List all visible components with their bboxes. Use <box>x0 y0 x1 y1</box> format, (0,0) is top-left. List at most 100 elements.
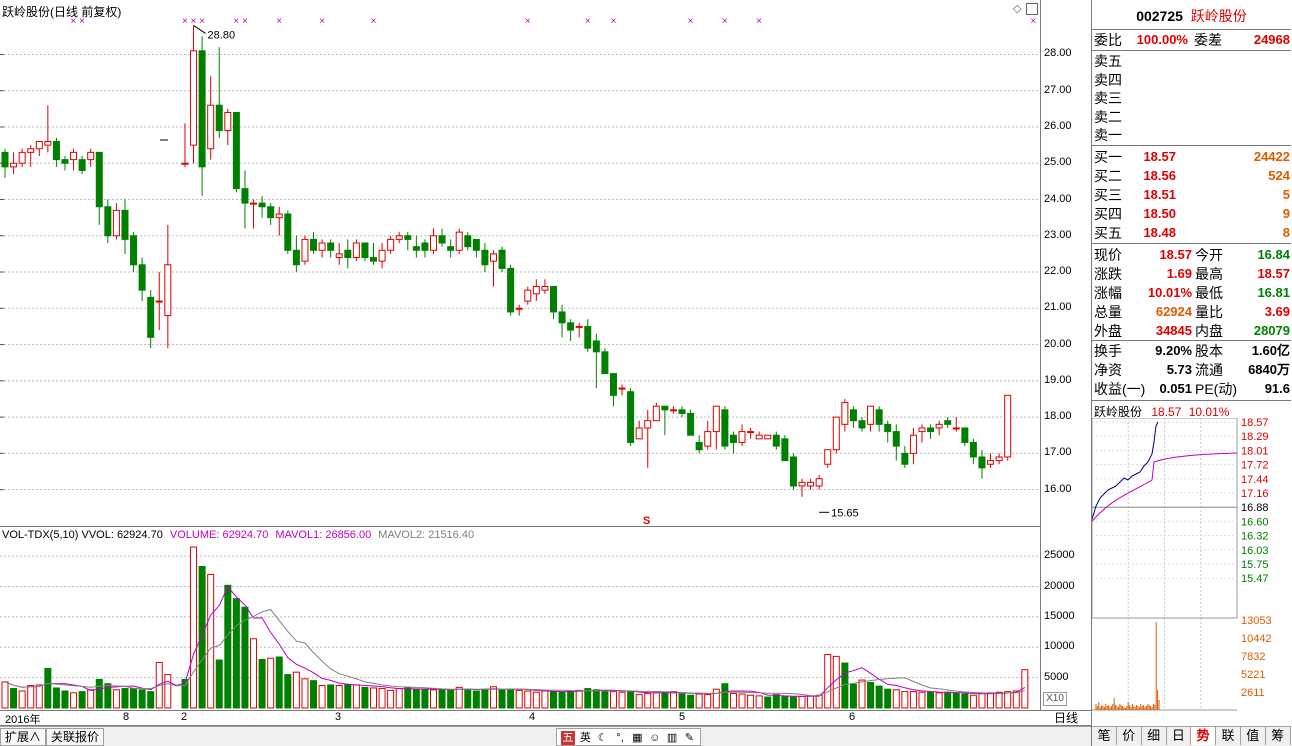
maximize-icon[interactable] <box>1026 3 1038 15</box>
candle-body <box>275 213 283 219</box>
candle-body <box>832 416 840 451</box>
candle-body <box>987 460 995 465</box>
intraday-chart[interactable]: 18.57 18.29 18.01 17.72 17.44 17.16 16.88 16.60… <box>1092 418 1291 720</box>
punctuation-icon[interactable]: °, <box>613 731 627 745</box>
candle-body <box>601 351 609 375</box>
info-label: 净资 <box>1094 362 1122 378</box>
volume-bar <box>592 689 600 709</box>
volume-bar <box>712 688 720 709</box>
ime-logo-icon[interactable]: 五 <box>561 731 575 745</box>
date-label: 2 <box>181 711 188 723</box>
tab-expand[interactable]: 扩展∧ <box>0 728 47 746</box>
candle-body <box>927 427 935 433</box>
info-label: 换手 <box>1094 343 1122 359</box>
candle-body <box>738 431 746 443</box>
candle-body <box>52 140 60 161</box>
volume-bar <box>44 668 52 709</box>
candle-body <box>344 249 352 259</box>
volume-svg[interactable] <box>0 527 1041 710</box>
ime-toolbar[interactable]: 五 英 ☾ °, ▦ ☺ ▥ ✎ <box>556 728 702 746</box>
volume-bar <box>515 689 523 709</box>
stat-label: 今开 <box>1195 247 1223 263</box>
moon-icon[interactable]: ☾ <box>596 731 610 745</box>
volume-chart-panel[interactable]: VOL-TDX(5,10) VVOL: 62924.70 VOLUME: 629… <box>0 527 1041 710</box>
price-tick-label: 17.00 <box>1044 446 1072 459</box>
volume-bar <box>310 680 318 709</box>
price-tick-label: 19.00 <box>1044 373 1072 386</box>
signal-marker: × <box>182 16 188 27</box>
volume-bar <box>267 657 275 709</box>
volume-bar <box>464 688 472 709</box>
ask-label: 卖一 <box>1094 127 1122 144</box>
volume-bar <box>344 683 352 709</box>
volume-bar <box>147 691 155 709</box>
stat-value: 34845 <box>1155 323 1192 338</box>
volume-bar <box>584 688 592 709</box>
signal-marker: × <box>79 16 85 27</box>
volume-bar <box>250 638 258 709</box>
stock-name: 跃岭股份 <box>1190 8 1247 24</box>
info-value: 5.73 <box>1166 362 1192 377</box>
price-tick-label: 25.00 <box>1044 156 1072 169</box>
stock-code: 002725 <box>1136 8 1183 24</box>
stat-value: 10.01% <box>1147 285 1192 300</box>
volume-bar <box>232 598 240 709</box>
kline-chart-panel[interactable]: 跃岭股份(日线 前复权) × × × × × × × × × × × × × × × × × 28.80 15.65… <box>0 0 1041 527</box>
volume-tick-label: 20000 <box>1044 579 1075 592</box>
right-tab[interactable]: 细 <box>1142 727 1167 745</box>
candle-body <box>781 438 789 462</box>
intraday-price-tick: 18.29 <box>1241 431 1269 443</box>
stat-label: 量比 <box>1195 304 1223 320</box>
intraday-price-tick: 15.75 <box>1241 559 1269 571</box>
volume-bar <box>567 690 575 709</box>
candle-body <box>241 188 249 204</box>
volume-bar <box>729 692 737 709</box>
skin-icon[interactable]: ▥ <box>665 731 679 745</box>
volume-bar <box>430 689 437 709</box>
diamond-icon[interactable]: ◇ <box>1013 2 1021 15</box>
keyboard-icon[interactable]: ▦ <box>630 731 644 745</box>
volume-bar <box>489 686 497 709</box>
kline-svg[interactable]: × × × × × × × × × × × × × × × × ×28.8015.65S <box>0 0 1041 527</box>
candle-body <box>721 409 729 447</box>
right-tab[interactable]: 联 <box>1216 727 1241 745</box>
candle-body <box>549 286 557 313</box>
candle-body <box>430 235 437 251</box>
stat-row: 外盘 34845 内盘 28079 <box>1094 322 1290 340</box>
candle-body <box>618 387 626 390</box>
right-tab[interactable]: 筹 <box>1266 727 1291 745</box>
volume-bar <box>70 692 78 709</box>
period-label[interactable]: 日线 <box>1041 710 1091 726</box>
candle-body <box>695 441 703 451</box>
candle-body <box>472 238 480 251</box>
tab-related-quotes[interactable]: 关联报价 <box>46 728 105 746</box>
candle-body <box>789 456 797 487</box>
candle-body <box>687 412 695 436</box>
price-tick-label: 24.00 <box>1044 192 1072 205</box>
right-tab[interactable]: 势 <box>1191 727 1217 745</box>
volume-bar <box>987 692 995 709</box>
right-tab[interactable]: 值 <box>1241 727 1266 745</box>
candle-body <box>867 405 875 425</box>
volume-bar <box>361 686 369 709</box>
sell-signal-marker: S <box>643 515 650 527</box>
ask-row: 卖一 <box>1094 126 1122 144</box>
right-tab[interactable]: 日 <box>1166 727 1192 745</box>
candle-body <box>815 478 823 487</box>
volume-bar <box>669 691 677 709</box>
wrench-icon[interactable]: ✎ <box>682 731 696 745</box>
weicha-value: 24968 <box>1253 32 1290 47</box>
candle-body <box>10 162 18 168</box>
volume-bar <box>661 691 669 709</box>
english-mode-icon[interactable]: 英 <box>578 731 592 745</box>
x10-button[interactable]: X10 <box>1043 692 1067 706</box>
right-tab[interactable]: 价 <box>1117 727 1142 745</box>
candle-body <box>35 140 43 150</box>
user-icon[interactable]: ☺ <box>648 731 662 745</box>
info-value: 1.60亿 <box>1251 343 1290 358</box>
volume-bar <box>532 691 540 709</box>
right-tab[interactable]: 笔 <box>1092 727 1117 745</box>
candle-body <box>155 300 163 303</box>
bid-volume: 524 <box>1268 168 1290 183</box>
candle-body <box>498 249 506 269</box>
